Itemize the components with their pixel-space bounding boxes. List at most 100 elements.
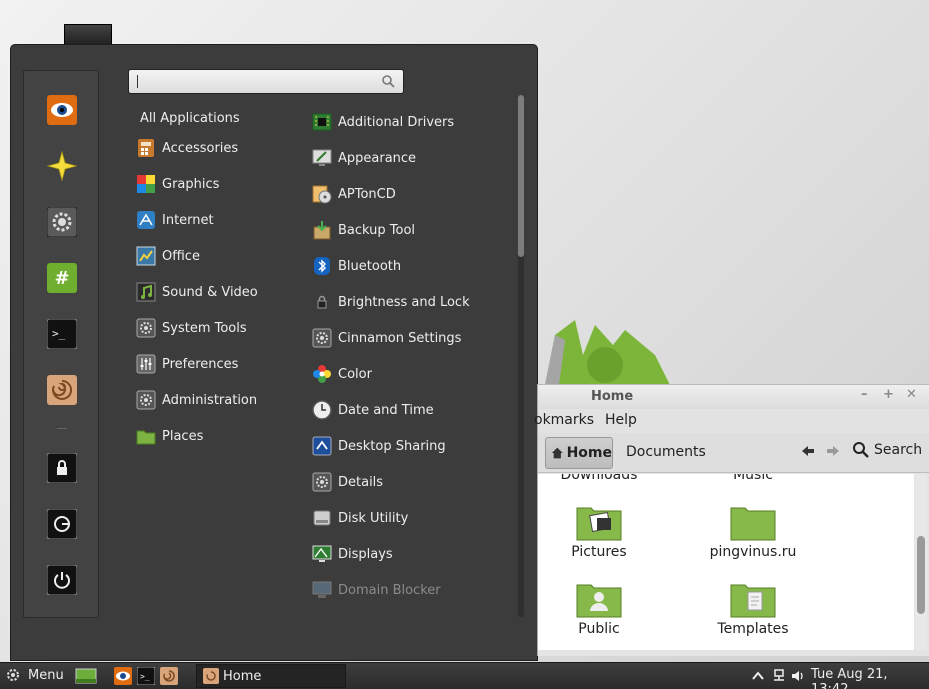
app-date-time[interactable]: Date and Time — [311, 396, 434, 424]
menu-bookmarks[interactable]: okmarks — [534, 412, 594, 428]
color-palette-icon — [135, 173, 157, 195]
app-desktop-sharing[interactable]: Desktop Sharing — [311, 432, 446, 460]
breadcrumb-documents[interactable]: Documents — [626, 444, 706, 460]
category-internet[interactable]: Internet — [135, 206, 214, 234]
folder-pingvinus[interactable]: pingvinus.ru — [698, 502, 808, 560]
file-view-scrollbar[interactable] — [915, 474, 927, 650]
app-displays[interactable]: Displays — [311, 540, 393, 568]
folder-templates[interactable]: Templates — [698, 579, 808, 637]
app-label: Date and Time — [338, 402, 434, 418]
category-preferences[interactable]: Preferences — [135, 350, 238, 378]
hard-disk-icon — [311, 507, 333, 529]
folder-music-label[interactable]: Music — [698, 474, 808, 483]
app-label: Additional Drivers — [338, 114, 455, 130]
app-label: APTonCD — [338, 186, 396, 202]
volume-icon[interactable] — [790, 668, 806, 684]
category-administration[interactable]: Administration — [135, 386, 257, 414]
film-music-icon — [135, 281, 157, 303]
file-manager-shell-icon[interactable] — [47, 375, 77, 405]
app-additional-drivers[interactable]: Additional Drivers — [311, 108, 454, 136]
category-label: Accessories — [162, 140, 239, 156]
app-label: Bluetooth — [338, 258, 402, 274]
launcher-file-manager-icon[interactable] — [160, 667, 178, 685]
app-label: Desktop Sharing — [338, 438, 446, 454]
app-label: Appearance — [338, 150, 417, 166]
app-cinnamon-settings[interactable]: Cinnamon Settings — [311, 324, 461, 352]
category-places[interactable]: Places — [135, 422, 203, 450]
launcher-viewer-eye-icon[interactable] — [114, 667, 132, 685]
file-manager-window: Home – + ✕ okmarks Help Home Documents S… — [534, 384, 929, 656]
breadcrumb-home[interactable]: Home — [545, 437, 613, 469]
office-chart-icon — [135, 245, 157, 267]
back-arrow-icon[interactable] — [800, 443, 816, 459]
minimize-icon[interactable]: – — [861, 387, 868, 402]
folder-public[interactable]: Public — [544, 579, 654, 637]
power-icon[interactable] — [47, 565, 77, 595]
lock-screen-icon[interactable] — [47, 453, 77, 483]
menu-scrollbar-thumb[interactable] — [518, 95, 524, 257]
search-button[interactable]: Search — [852, 441, 922, 458]
close-icon[interactable]: ✕ — [906, 387, 917, 402]
forward-arrow-icon[interactable] — [825, 443, 841, 459]
folder-pictures[interactable]: Pictures — [544, 502, 654, 560]
category-office[interactable]: Office — [135, 242, 200, 270]
app-color[interactable]: Color — [311, 360, 372, 388]
admin-gear-icon — [135, 389, 157, 411]
globe-network-icon — [135, 209, 157, 231]
category-sound-video[interactable]: Sound & Video — [135, 278, 258, 306]
network-wired-icon[interactable] — [771, 668, 787, 684]
menu-button[interactable]: Menu — [4, 666, 64, 684]
app-domain-blocker[interactable]: Domain Blocker — [311, 576, 441, 604]
task-label: Home — [223, 668, 262, 684]
category-graphics[interactable]: Graphics — [135, 170, 219, 198]
app-label: Displays — [338, 546, 393, 562]
file-manager-task-icon — [203, 668, 219, 684]
menubar: okmarks Help — [534, 409, 929, 433]
category-all-applications[interactable]: All Applications — [140, 104, 240, 132]
app-appearance[interactable]: Appearance — [311, 144, 416, 172]
file-view: Downloads Music Pictures pingvinus.ru Pu… — [538, 474, 914, 650]
pictures-folder-icon — [576, 507, 622, 541]
bluetooth-icon — [311, 255, 333, 277]
taskbar-item-home[interactable]: Home — [196, 664, 346, 688]
hexchat-icon[interactable]: # — [47, 263, 77, 293]
app-label: Color — [338, 366, 372, 382]
app-details[interactable]: Details — [311, 468, 383, 496]
app-disk-utility[interactable]: Disk Utility — [311, 504, 408, 532]
category-label: Places — [162, 428, 204, 444]
menu-gear-icon — [7, 669, 19, 681]
category-accessories[interactable]: Accessories — [135, 134, 238, 162]
home-icon — [551, 447, 563, 459]
viewer-eye-icon[interactable] — [47, 95, 77, 125]
menu-help[interactable]: Help — [605, 412, 637, 428]
app-backup-tool[interactable]: Backup Tool — [311, 216, 415, 244]
maximize-icon[interactable]: + — [883, 387, 894, 402]
menu-search-input[interactable] — [128, 69, 404, 94]
category-label: System Tools — [162, 320, 247, 336]
window-titlebar[interactable]: Home – + ✕ — [538, 385, 929, 409]
show-desktop-icon[interactable] — [75, 667, 97, 685]
launcher-terminal-icon[interactable]: >_ — [137, 667, 155, 685]
sliders-icon — [135, 353, 157, 375]
clock[interactable]: Tue Aug 21, 13:42 — [811, 667, 929, 689]
folder-downloads-label[interactable]: Downloads — [544, 474, 654, 483]
public-folder-icon — [576, 584, 622, 618]
category-system-tools[interactable]: System Tools — [135, 314, 247, 342]
desktop-share-icon — [311, 435, 333, 457]
app-bluetooth[interactable]: Bluetooth — [311, 252, 401, 280]
app-aptoncd[interactable]: APTonCD — [311, 180, 396, 208]
logout-icon[interactable] — [47, 509, 77, 539]
settings-gear-icon[interactable] — [47, 207, 77, 237]
terminal-icon[interactable]: >_ — [47, 319, 77, 349]
folder-label: Pictures — [571, 544, 627, 560]
details-gear-icon — [311, 471, 333, 493]
toolbar: Home Documents Search — [538, 433, 929, 473]
app-label: Backup Tool — [338, 222, 416, 238]
sparkle-star-icon[interactable] — [47, 151, 77, 181]
tray-up-arrow-icon[interactable] — [750, 668, 766, 684]
magnifier-icon — [853, 442, 869, 458]
app-brightness-lock[interactable]: Brightness and Lock — [311, 288, 470, 316]
system-gear-icon — [135, 317, 157, 339]
file-view-scrollbar-thumb[interactable] — [917, 536, 925, 614]
category-label: Administration — [162, 392, 258, 408]
